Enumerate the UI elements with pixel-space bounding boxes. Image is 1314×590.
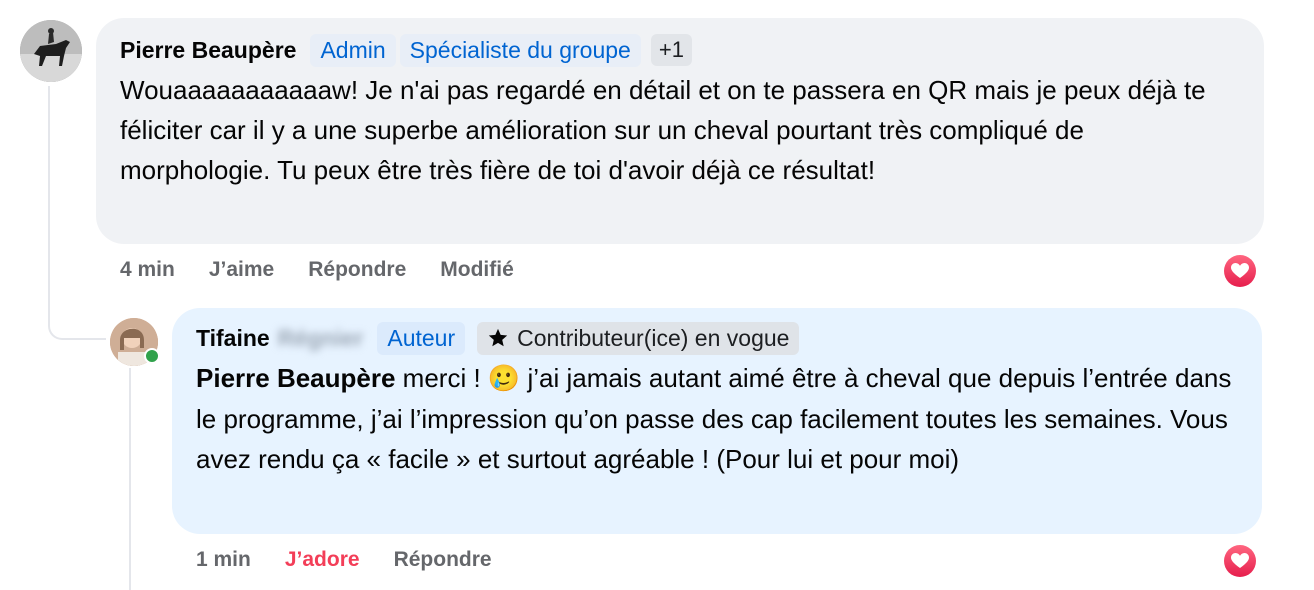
avatar-image <box>20 20 82 82</box>
avatar[interactable] <box>110 318 160 366</box>
love-button[interactable]: J’adore <box>285 548 360 572</box>
comment-timestamp[interactable]: 4 min <box>120 258 175 282</box>
thread-reply-connector <box>48 300 106 340</box>
blurred-surname: Régnier <box>277 324 364 351</box>
badge-top-contributor[interactable]: Contributeur(ice) en vogue <box>477 321 800 355</box>
comment-actions: 4 min J’aime Répondre Modifié <box>120 258 548 282</box>
horse-rider-icon <box>20 20 82 82</box>
comment-timestamp[interactable]: 1 min <box>196 548 251 572</box>
comment-actions: 1 min J’adore Répondre <box>196 548 526 572</box>
edited-label[interactable]: Modifié <box>440 258 514 282</box>
thread-connector-line <box>48 86 50 324</box>
badge-admin[interactable]: Admin <box>310 33 396 67</box>
comment-header: Pierre Beaupère Admin Spécialiste du gro… <box>120 32 1240 68</box>
mention-link[interactable]: Pierre Beaupère <box>196 363 395 393</box>
comment-text-part: merci ! <box>395 363 488 393</box>
reply-button[interactable]: Répondre <box>308 258 406 282</box>
comment-author-name[interactable]: Pierre Beaupère <box>120 37 296 64</box>
heart-reaction-icon <box>1224 545 1256 577</box>
comment-text: Pierre Beaupère merci ! 🥲 j’ai jamais au… <box>196 358 1238 479</box>
badge-top-contributor-label: Contributeur(ice) en vogue <box>517 324 790 351</box>
smiling-tear-emoji: 🥲 <box>487 364 521 394</box>
comment-header: Tifaine Régnier Auteur Contributeur(ice)… <box>196 320 1238 356</box>
badge-group-specialist[interactable]: Spécialiste du groupe <box>399 33 641 67</box>
star-icon <box>488 328 508 347</box>
reply-button[interactable]: Répondre <box>394 548 492 572</box>
reaction-summary[interactable] <box>1222 543 1258 579</box>
badge-author[interactable]: Auteur <box>377 321 466 355</box>
comment-text: Wouaaaaaaaaaaaw! Je n'ai pas regardé en … <box>120 75 1206 185</box>
badge-more-count[interactable]: +1 <box>650 34 692 66</box>
reaction-summary[interactable] <box>1222 253 1258 289</box>
online-status-indicator <box>144 348 160 364</box>
like-button[interactable]: J’aime <box>209 258 274 282</box>
comment-thread: Pierre Beaupère Admin Spécialiste du gro… <box>0 0 1314 590</box>
reply-bubble: Tifaine Régnier Auteur Contributeur(ice)… <box>172 308 1262 534</box>
thread-connector-line-reply <box>129 368 131 590</box>
comment-author-name[interactable]: Tifaine <box>196 325 270 352</box>
comment-bubble: Pierre Beaupère Admin Spécialiste du gro… <box>96 18 1264 244</box>
avatar[interactable] <box>20 20 82 82</box>
heart-reaction-icon <box>1224 255 1256 287</box>
